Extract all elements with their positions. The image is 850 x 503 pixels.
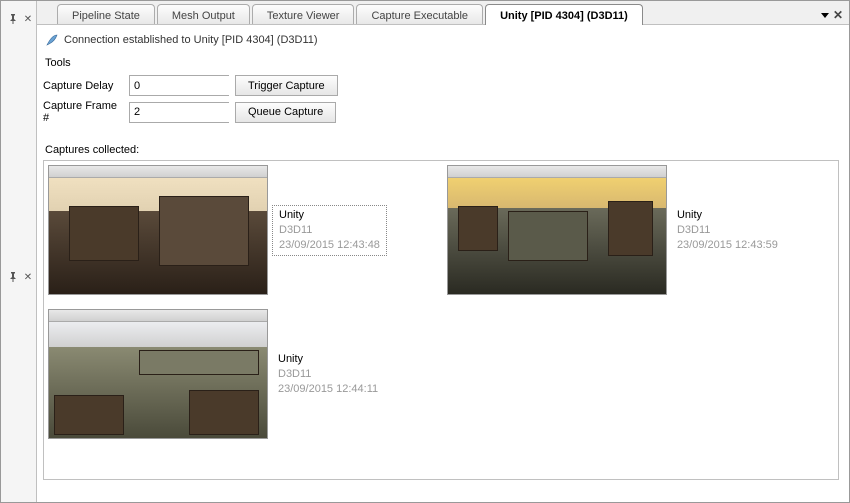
capture-metadata[interactable]: Unity D3D11 23/09/2015 12:43:59 bbox=[671, 206, 784, 255]
captures-heading: Captures collected: bbox=[45, 144, 839, 156]
captures-list: Unity D3D11 23/09/2015 12:43:48 bbox=[43, 160, 839, 480]
capture-api: D3D11 bbox=[278, 367, 378, 382]
tab-texture-viewer[interactable]: Texture Viewer bbox=[252, 4, 355, 24]
capture-timestamp: 23/09/2015 12:43:48 bbox=[279, 238, 380, 253]
tab-menu-dropdown-icon[interactable] bbox=[821, 13, 829, 18]
capture-frame-label: Capture Frame # bbox=[43, 100, 123, 124]
capture-delay-input[interactable] bbox=[129, 75, 229, 96]
tools-heading: Tools bbox=[45, 57, 839, 69]
pin-icon[interactable] bbox=[7, 271, 19, 283]
pin-icon[interactable] bbox=[7, 13, 19, 25]
capture-timestamp: 23/09/2015 12:44:11 bbox=[278, 382, 378, 397]
tab-pipeline-state[interactable]: Pipeline State bbox=[57, 4, 155, 24]
tab-close-icon[interactable]: ✕ bbox=[833, 8, 843, 22]
capture-app: Unity bbox=[279, 208, 380, 223]
capture-metadata[interactable]: Unity D3D11 23/09/2015 12:43:48 bbox=[272, 205, 387, 256]
trigger-capture-button[interactable]: Trigger Capture bbox=[235, 75, 338, 96]
capture-timestamp: 23/09/2015 12:43:59 bbox=[677, 238, 778, 253]
tab-capture-executable[interactable]: Capture Executable bbox=[356, 4, 483, 24]
capture-metadata[interactable]: Unity D3D11 23/09/2015 12:44:11 bbox=[272, 350, 384, 399]
capture-item[interactable]: Unity D3D11 23/09/2015 12:43:59 bbox=[447, 165, 784, 295]
queue-capture-button[interactable]: Queue Capture bbox=[235, 102, 336, 123]
capture-delay-label: Capture Delay bbox=[43, 80, 123, 92]
capture-app: Unity bbox=[278, 352, 378, 367]
tab-unity-connection[interactable]: Unity [PID 4304] (D3D11) bbox=[485, 4, 643, 25]
tab-bar: Pipeline State Mesh Output Texture Viewe… bbox=[37, 1, 849, 25]
capture-thumbnail[interactable] bbox=[48, 309, 268, 439]
feather-icon bbox=[45, 33, 59, 47]
tab-content: Connection established to Unity [PID 430… bbox=[37, 25, 849, 502]
capture-item[interactable]: Unity D3D11 23/09/2015 12:44:11 bbox=[48, 309, 384, 439]
capture-api: D3D11 bbox=[677, 223, 778, 238]
left-dock-strip: ✕ ✕ bbox=[1, 1, 37, 502]
capture-api: D3D11 bbox=[279, 223, 380, 238]
capture-thumbnail[interactable] bbox=[447, 165, 667, 295]
capture-thumbnail[interactable] bbox=[48, 165, 268, 295]
close-icon[interactable]: ✕ bbox=[22, 13, 34, 25]
tab-mesh-output[interactable]: Mesh Output bbox=[157, 4, 250, 24]
capture-app: Unity bbox=[677, 208, 778, 223]
capture-frame-input[interactable] bbox=[129, 102, 229, 123]
capture-item[interactable]: Unity D3D11 23/09/2015 12:43:48 bbox=[48, 165, 387, 295]
connection-status: Connection established to Unity [PID 430… bbox=[64, 34, 318, 46]
close-icon[interactable]: ✕ bbox=[22, 271, 34, 283]
